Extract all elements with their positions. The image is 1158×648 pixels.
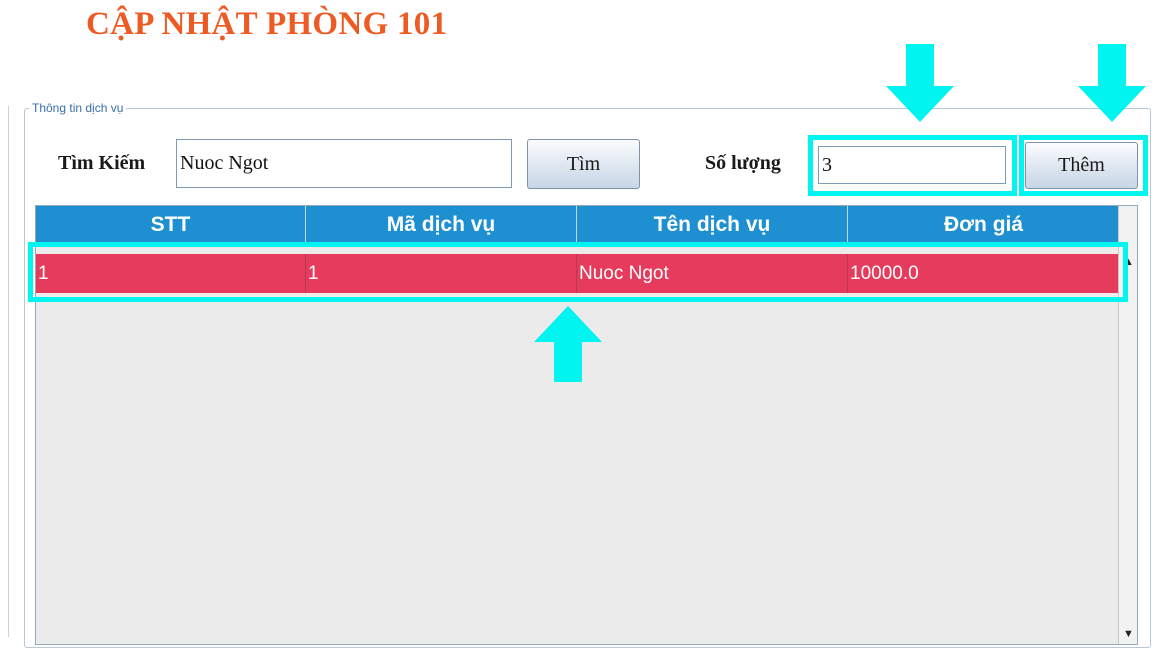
column-header-unit-price[interactable]: Đơn giá [848, 206, 1119, 244]
add-button[interactable]: Thêm [1025, 142, 1138, 189]
cell-stt: 1 [36, 254, 306, 293]
cell-service-name: Nuoc Ngot [577, 254, 848, 293]
search-button[interactable]: Tìm [527, 139, 640, 189]
table-header: STT Mã dịch vụ Tên dịch vụ Đơn giá [36, 206, 1119, 244]
search-label: Tìm Kiếm [58, 152, 146, 174]
column-header-stt[interactable]: STT [36, 206, 306, 244]
vertical-scrollbar[interactable]: ▲ ▼ [1118, 206, 1137, 644]
table-row[interactable]: 1 1 Nuoc Ngot 10000.0 [36, 254, 1119, 293]
service-info-legend: Thông tin dịch vụ [29, 101, 127, 115]
quantity-label: Số lượng [705, 152, 781, 174]
quantity-input[interactable]: 3 [818, 146, 1006, 184]
scroll-up-icon[interactable]: ▲ [1123, 256, 1134, 268]
scroll-down-icon[interactable]: ▼ [1123, 628, 1134, 640]
page-title: CẬP NHẬT PHÒNG 101 [86, 6, 448, 42]
cell-service-code: 1 [306, 254, 577, 293]
column-header-service-name[interactable]: Tên dịch vụ [577, 206, 848, 244]
search-input[interactable]: Nuoc Ngot [176, 139, 512, 188]
left-divider [8, 106, 9, 637]
cell-unit-price: 10000.0 [850, 262, 919, 284]
column-header-service-code[interactable]: Mã dịch vụ [306, 206, 577, 244]
service-table: STT Mã dịch vụ Tên dịch vụ Đơn giá 1 1 N… [35, 205, 1138, 645]
